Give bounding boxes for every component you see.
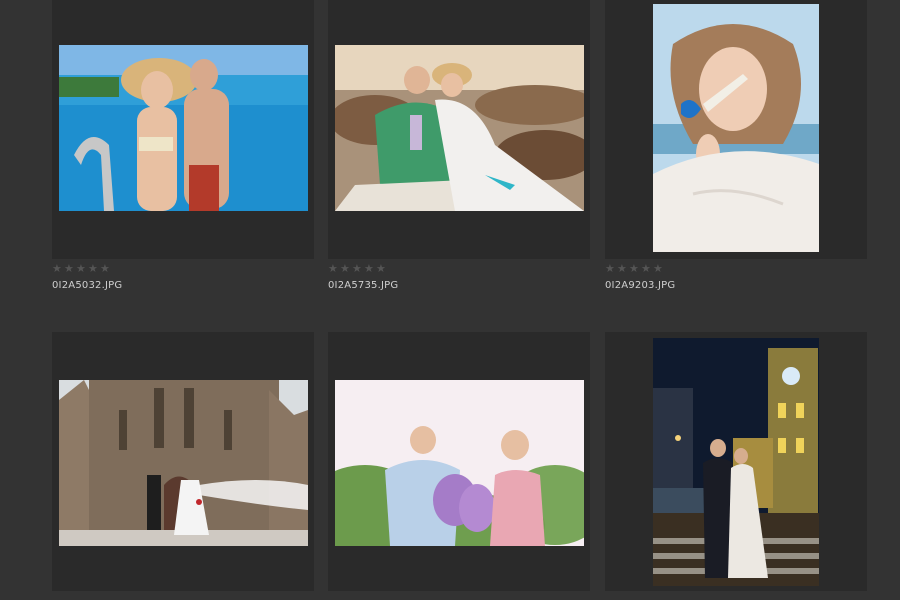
- thumbnail-cell[interactable]: ★ ★ ★ ★ ★ 0I2A9203.JPG: [605, 0, 867, 302]
- thumbnail-image[interactable]: [59, 380, 308, 546]
- star-icon[interactable]: ★: [653, 263, 664, 274]
- thumbnail-frame[interactable]: [328, 332, 590, 591]
- thumbnail-image[interactable]: [335, 45, 584, 211]
- thumbnail-cell[interactable]: ★ ★ ★ ★ ★ 0I2A5032.JPG: [52, 0, 314, 302]
- thumbnail-frame[interactable]: [605, 332, 867, 591]
- star-icon[interactable]: ★: [629, 263, 640, 274]
- star-icon[interactable]: ★: [340, 263, 351, 274]
- star-icon[interactable]: ★: [100, 263, 111, 274]
- thumbnail-filename: 0I2A5735.JPG: [328, 280, 399, 291]
- thumbnail-cell[interactable]: [605, 332, 867, 591]
- thumbnail-filename: 0I2A9203.JPG: [605, 280, 676, 291]
- star-icon[interactable]: ★: [376, 263, 387, 274]
- rating-stars[interactable]: ★ ★ ★ ★ ★: [52, 262, 314, 274]
- star-icon[interactable]: ★: [352, 263, 363, 274]
- thumbnail-grid: ★ ★ ★ ★ ★ 0I2A5032.JPG ★ ★ ★ ★ ★ 0I2A573…: [0, 0, 900, 600]
- thumbnail-frame[interactable]: [52, 0, 314, 259]
- rating-stars[interactable]: ★ ★ ★ ★ ★: [605, 262, 867, 274]
- star-icon[interactable]: ★: [617, 263, 628, 274]
- thumbnail-cell[interactable]: [328, 332, 590, 591]
- star-icon[interactable]: ★: [641, 263, 652, 274]
- star-icon[interactable]: ★: [605, 263, 616, 274]
- thumbnail-frame[interactable]: [52, 332, 314, 591]
- thumbnail-cell[interactable]: ★ ★ ★ ★ ★ 0I2A5735.JPG: [328, 0, 590, 302]
- star-icon[interactable]: ★: [328, 263, 339, 274]
- star-icon[interactable]: ★: [52, 263, 63, 274]
- star-icon[interactable]: ★: [76, 263, 87, 274]
- star-icon[interactable]: ★: [64, 263, 75, 274]
- star-icon[interactable]: ★: [364, 263, 375, 274]
- thumbnail-image[interactable]: [335, 380, 584, 546]
- rating-stars[interactable]: ★ ★ ★ ★ ★: [328, 262, 590, 274]
- thumbnail-image[interactable]: [653, 338, 819, 586]
- star-icon[interactable]: ★: [88, 263, 99, 274]
- thumbnail-frame[interactable]: [605, 0, 867, 259]
- thumbnail-filename: 0I2A5032.JPG: [52, 280, 123, 291]
- thumbnail-frame[interactable]: [328, 0, 590, 259]
- thumbnail-image[interactable]: [653, 4, 819, 252]
- thumbnail-cell[interactable]: [52, 332, 314, 591]
- thumbnail-image[interactable]: [59, 45, 308, 211]
